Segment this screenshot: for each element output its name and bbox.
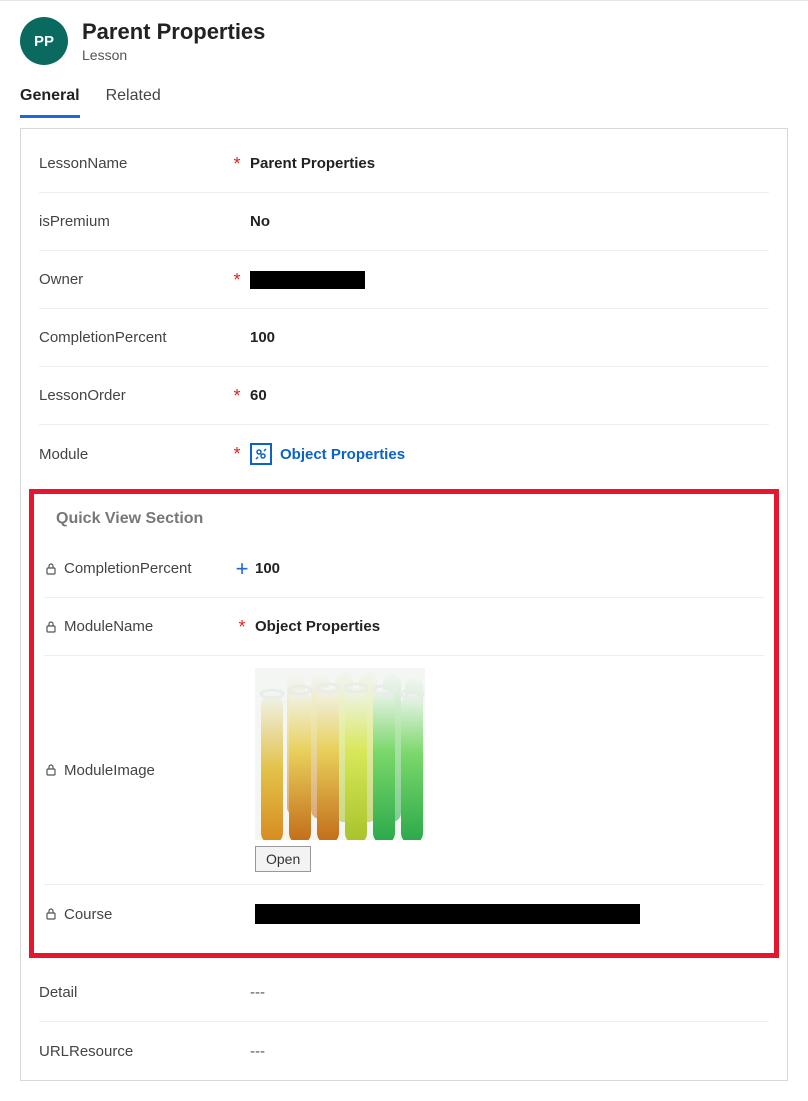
- qv-field-completion-percent: CompletionPercent + 100: [44, 540, 764, 598]
- tab-general[interactable]: General: [20, 81, 80, 118]
- field-completion-percent[interactable]: CompletionPercent 100: [39, 309, 769, 367]
- value-owner[interactable]: [250, 271, 769, 289]
- value-module[interactable]: Object Properties: [250, 443, 769, 465]
- redacted-course: [255, 904, 640, 924]
- module-image: [255, 668, 425, 840]
- tab-bar: General Related: [0, 73, 808, 118]
- quick-view-section: Quick View Section CompletionPercent + 1…: [29, 489, 779, 958]
- required-indicator: *: [224, 155, 250, 173]
- record-header: PP Parent Properties Lesson: [0, 1, 808, 73]
- field-url-resource[interactable]: URLResource ---: [39, 1022, 769, 1080]
- value-url-resource[interactable]: ---: [250, 1043, 769, 1060]
- lock-icon: [44, 763, 58, 777]
- field-lesson-name[interactable]: LessonName * Parent Properties: [39, 135, 769, 193]
- value-lesson-name[interactable]: Parent Properties: [250, 155, 769, 172]
- required-indicator: *: [224, 271, 250, 289]
- label-lesson-order: LessonOrder: [39, 387, 224, 404]
- lock-icon: [44, 562, 58, 576]
- page-title: Parent Properties: [82, 19, 265, 45]
- open-image-button[interactable]: Open: [255, 846, 311, 872]
- value-detail[interactable]: ---: [250, 984, 769, 1001]
- field-detail[interactable]: Detail ---: [39, 964, 769, 1022]
- field-is-premium[interactable]: isPremium No: [39, 193, 769, 251]
- label-completion-percent: CompletionPercent: [39, 329, 224, 346]
- qv-value-module-image: Open: [255, 662, 764, 878]
- label-module: Module: [39, 446, 224, 463]
- field-lesson-order[interactable]: LessonOrder * 60: [39, 367, 769, 425]
- field-owner[interactable]: Owner *: [39, 251, 769, 309]
- field-module[interactable]: Module * Object Properties: [39, 425, 769, 483]
- required-indicator: *: [229, 618, 255, 636]
- qv-field-course: Course: [44, 885, 764, 943]
- module-link-text[interactable]: Object Properties: [280, 446, 405, 463]
- label-owner: Owner: [39, 271, 224, 288]
- recommended-indicator: +: [229, 563, 255, 574]
- label-lesson-name: LessonName: [39, 155, 224, 172]
- qv-value-completion-percent: 100: [255, 560, 764, 577]
- tab-related[interactable]: Related: [106, 81, 161, 118]
- avatar: PP: [20, 17, 68, 65]
- label-detail: Detail: [39, 984, 224, 1001]
- lock-icon: [44, 620, 58, 634]
- required-indicator: *: [224, 445, 250, 463]
- value-completion-percent[interactable]: 100: [250, 329, 769, 346]
- redacted-owner: [250, 271, 365, 289]
- qv-label-course: Course: [44, 906, 229, 923]
- qv-value-module-name: Object Properties: [255, 618, 764, 635]
- value-is-premium[interactable]: No: [250, 213, 769, 230]
- module-lookup-icon: [250, 443, 272, 465]
- qv-field-module-image: ModuleImage: [44, 656, 764, 885]
- required-indicator: *: [224, 387, 250, 405]
- qv-value-course: [255, 904, 764, 924]
- label-is-premium: isPremium: [39, 213, 224, 230]
- value-lesson-order[interactable]: 60: [250, 387, 769, 404]
- quick-view-title: Quick View Section: [34, 502, 774, 540]
- qv-label-completion-percent: CompletionPercent: [44, 560, 229, 577]
- qv-field-module-name: ModuleName * Object Properties: [44, 598, 764, 656]
- lock-icon: [44, 907, 58, 921]
- label-url-resource: URLResource: [39, 1043, 224, 1060]
- qv-label-module-image: ModuleImage: [44, 762, 229, 779]
- form-panel: LessonName * Parent Properties isPremium…: [20, 128, 788, 1081]
- entity-type: Lesson: [82, 47, 265, 63]
- qv-label-module-name: ModuleName: [44, 618, 229, 635]
